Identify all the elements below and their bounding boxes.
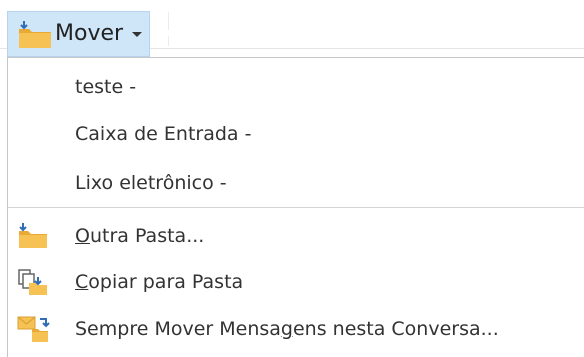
menu-item-label: Outra Pasta... [75, 225, 205, 247]
menu-item-always-move-conversation[interactable]: Sempre Mover Mensagens nesta Conversa... [8, 305, 584, 353]
move-dropdown-menu: teste - Caixa de Entrada - Lixo eletrôni… [7, 57, 584, 357]
menu-item-label: Caixa de Entrada - [75, 123, 252, 145]
chevron-down-icon [132, 32, 142, 37]
move-folder-icon [16, 221, 50, 251]
menu-item-label: teste - [75, 76, 137, 98]
menu-item-label: Sempre Mover Mensagens nesta Conversa... [75, 318, 499, 340]
menu-item-recent-folder-caixa-de-entrada[interactable]: Caixa de Entrada - [8, 110, 584, 158]
menu-item-label: Lixo eletrônico - [75, 172, 227, 194]
menu-item-label: Copiar para Pasta [75, 271, 244, 293]
menu-item-copy-to-folder[interactable]: Copiar para Pasta [8, 258, 584, 306]
move-button[interactable]: Mover [7, 11, 150, 57]
ribbon-divider [168, 36, 169, 46]
ribbon-divider [168, 12, 169, 30]
menu-item-recent-folder-lixo-eletronico[interactable]: Lixo eletrônico - [8, 159, 584, 207]
menu-item-recent-folder-teste[interactable]: teste - [8, 63, 584, 111]
move-button-label: Mover [55, 21, 124, 46]
copy-to-folder-icon [16, 267, 50, 297]
move-folder-icon [15, 20, 55, 50]
menu-separator [8, 207, 584, 208]
menu-item-other-folder[interactable]: Outra Pasta... [8, 212, 584, 260]
always-move-icon [16, 314, 50, 344]
